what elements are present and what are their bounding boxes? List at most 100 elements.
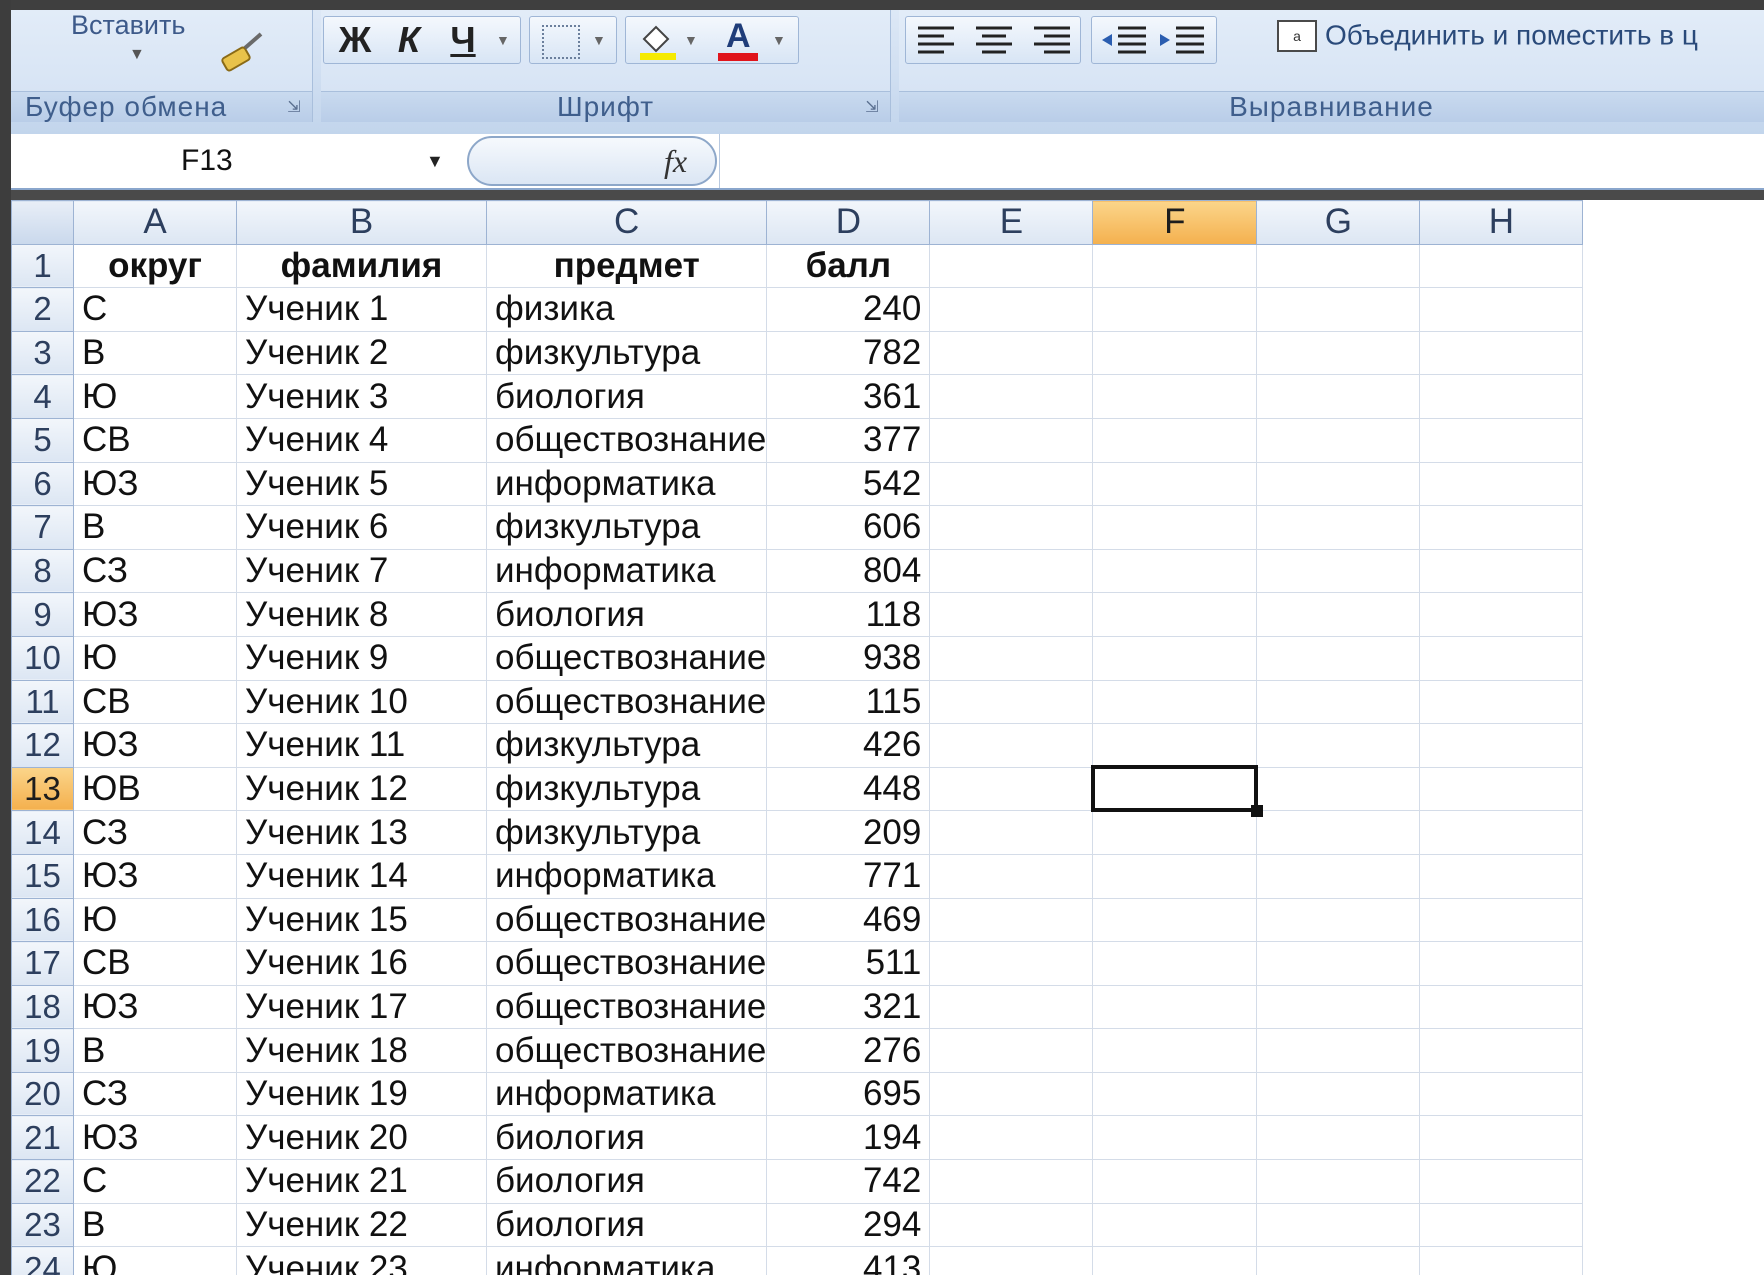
- cell[interactable]: [1256, 1202, 1421, 1248]
- cell[interactable]: [1256, 505, 1421, 550]
- cell[interactable]: [1256, 330, 1421, 376]
- cell-familiya[interactable]: Ученик 16: [236, 941, 487, 986]
- row-header[interactable]: 8: [11, 548, 74, 594]
- cell-ball[interactable]: 606: [766, 505, 931, 550]
- cell-okrug[interactable]: СВ: [73, 417, 237, 463]
- cell[interactable]: [1092, 592, 1258, 637]
- cell[interactable]: [929, 766, 1094, 812]
- column-header-f[interactable]: F: [1092, 200, 1258, 245]
- cell[interactable]: [1256, 243, 1421, 289]
- borders-icon[interactable]: [542, 25, 580, 59]
- cell[interactable]: [1092, 243, 1258, 289]
- cell[interactable]: [1092, 897, 1258, 943]
- cell[interactable]: [1256, 853, 1421, 899]
- cell-predmet[interactable]: биология: [485, 1159, 768, 1204]
- header-cell-okrug[interactable]: округ: [73, 243, 237, 289]
- cell[interactable]: [1419, 1115, 1584, 1161]
- align-center-icon[interactable]: [974, 23, 1014, 69]
- cell[interactable]: [1256, 1028, 1421, 1073]
- row-header[interactable]: 5: [11, 417, 74, 463]
- fill-dropdown-icon[interactable]: ▼: [684, 17, 698, 63]
- increase-indent-icon[interactable]: [1158, 23, 1206, 69]
- cell-ball[interactable]: 771: [766, 853, 931, 899]
- cell[interactable]: [1256, 897, 1421, 943]
- cell-okrug[interactable]: В: [73, 1202, 237, 1248]
- cell[interactable]: [1256, 1071, 1421, 1117]
- font-color-button[interactable]: А: [716, 17, 760, 63]
- row-header[interactable]: 21: [11, 1115, 74, 1161]
- cell[interactable]: [929, 897, 1094, 943]
- cell[interactable]: [929, 853, 1094, 899]
- cell-familiya[interactable]: Ученик 11: [236, 723, 487, 768]
- paste-dropdown-icon[interactable]: ▼: [129, 46, 145, 64]
- cell-familiya[interactable]: Ученик 17: [236, 984, 487, 1030]
- cell[interactable]: [1419, 243, 1584, 289]
- cell[interactable]: [1256, 287, 1421, 332]
- cell[interactable]: [929, 243, 1094, 289]
- cell-okrug[interactable]: ЮЗ: [73, 853, 237, 899]
- cell-familiya[interactable]: Ученик 4: [236, 417, 487, 463]
- row-header[interactable]: 6: [11, 461, 74, 507]
- cell[interactable]: [929, 810, 1094, 855]
- cell[interactable]: [1092, 766, 1258, 812]
- cell-ball[interactable]: 294: [766, 1202, 931, 1248]
- column-header-c[interactable]: C: [485, 200, 768, 245]
- cell-familiya[interactable]: Ученик 9: [236, 635, 487, 681]
- cell[interactable]: [1256, 941, 1421, 986]
- row-header[interactable]: 14: [11, 810, 74, 855]
- cell-ball[interactable]: 118: [766, 592, 931, 637]
- cell-familiya[interactable]: Ученик 6: [236, 505, 487, 550]
- cell[interactable]: [1092, 1115, 1258, 1161]
- cell[interactable]: [929, 1071, 1094, 1117]
- cell[interactable]: [929, 1159, 1094, 1204]
- row-header[interactable]: 20: [11, 1071, 74, 1117]
- name-box[interactable]: F13 ▼: [11, 134, 461, 188]
- cell[interactable]: [1419, 1028, 1584, 1073]
- cell-familiya[interactable]: Ученик 7: [236, 548, 487, 594]
- name-box-dropdown-icon[interactable]: ▼: [426, 134, 444, 188]
- cell-okrug[interactable]: СЗ: [73, 548, 237, 594]
- row-header[interactable]: 3: [11, 330, 74, 376]
- cell-okrug[interactable]: Ю: [73, 374, 237, 419]
- cell-ball[interactable]: 542: [766, 461, 931, 507]
- cell-predmet[interactable]: информатика: [485, 461, 768, 507]
- cell[interactable]: [1256, 417, 1421, 463]
- cell-okrug[interactable]: С: [73, 287, 237, 332]
- cell[interactable]: [929, 941, 1094, 986]
- cell[interactable]: [1419, 941, 1584, 986]
- cell-okrug[interactable]: СЗ: [73, 810, 237, 855]
- cell-okrug[interactable]: ЮЗ: [73, 723, 237, 768]
- cell-ball[interactable]: 695: [766, 1071, 931, 1117]
- cell-predmet[interactable]: обществознание: [485, 635, 768, 681]
- cell-ball[interactable]: 413: [766, 1246, 931, 1275]
- cell[interactable]: [1256, 1159, 1421, 1204]
- row-header[interactable]: 9: [11, 592, 74, 637]
- cell-predmet[interactable]: информатика: [485, 1246, 768, 1275]
- cell[interactable]: [1419, 766, 1584, 812]
- cell-okrug[interactable]: С: [73, 1159, 237, 1204]
- cell[interactable]: [929, 723, 1094, 768]
- cell[interactable]: [1419, 853, 1584, 899]
- cell-ball[interactable]: 377: [766, 417, 931, 463]
- align-left-icon[interactable]: [916, 23, 956, 69]
- cell[interactable]: [1092, 723, 1258, 768]
- column-header-b[interactable]: B: [236, 200, 487, 245]
- row-header[interactable]: 16: [11, 897, 74, 943]
- cell-familiya[interactable]: Ученик 15: [236, 897, 487, 943]
- cell-predmet[interactable]: биология: [485, 592, 768, 637]
- cell[interactable]: [1256, 635, 1421, 681]
- cell[interactable]: [1419, 330, 1584, 376]
- cell[interactable]: [1092, 679, 1258, 725]
- cell-predmet[interactable]: биология: [485, 1115, 768, 1161]
- cell-okrug[interactable]: СВ: [73, 679, 237, 725]
- column-header-h[interactable]: H: [1419, 200, 1584, 245]
- cell-ball[interactable]: 511: [766, 941, 931, 986]
- header-cell-predmet[interactable]: предмет: [485, 243, 768, 289]
- row-header[interactable]: 12: [11, 723, 74, 768]
- align-right-icon[interactable]: [1032, 23, 1072, 69]
- row-header[interactable]: 15: [11, 853, 74, 899]
- cell-familiya[interactable]: Ученик 10: [236, 679, 487, 725]
- cell-ball[interactable]: 240: [766, 287, 931, 332]
- cell[interactable]: [1419, 374, 1584, 419]
- underline-button[interactable]: Ч: [438, 17, 488, 63]
